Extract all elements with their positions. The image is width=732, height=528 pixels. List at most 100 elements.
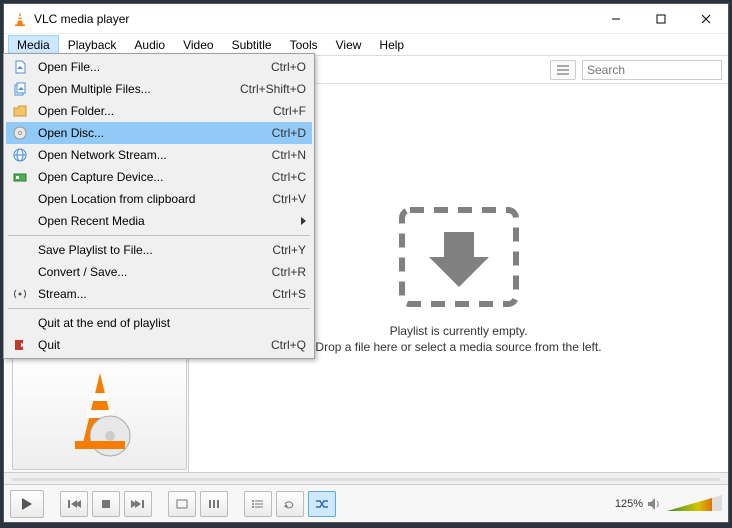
menu-item[interactable]: Open Network Stream...Ctrl+N: [6, 144, 312, 166]
menu-item[interactable]: Open File...Ctrl+O: [6, 56, 312, 78]
shuffle-icon: [315, 499, 329, 509]
volume-slider[interactable]: [667, 495, 722, 513]
menu-item-shortcut: Ctrl+F: [273, 104, 306, 118]
menu-item-shortcut: Ctrl+D: [272, 126, 306, 140]
menu-item-label: Save Playlist to File...: [38, 243, 272, 257]
shuffle-button[interactable]: [308, 491, 336, 517]
blank-icon: [10, 264, 30, 280]
window-title: VLC media player: [34, 12, 593, 26]
list-view-icon: [556, 64, 570, 76]
menu-audio[interactable]: Audio: [125, 35, 174, 55]
menu-item[interactable]: Stream...Ctrl+S: [6, 283, 312, 305]
menu-item-label: Open File...: [38, 60, 271, 74]
titlebar: VLC media player: [4, 4, 728, 34]
menu-item[interactable]: Open Folder...Ctrl+F: [6, 100, 312, 122]
menu-item-label: Open Folder...: [38, 104, 273, 118]
menu-item[interactable]: Open Capture Device...Ctrl+C: [6, 166, 312, 188]
folder-icon: [10, 103, 30, 119]
loop-icon: [283, 499, 297, 509]
next-icon: [131, 499, 145, 509]
minimize-button[interactable]: [593, 4, 638, 33]
blank-icon: [10, 315, 30, 331]
search-input[interactable]: [582, 60, 722, 80]
menu-item[interactable]: Save Playlist to File...Ctrl+Y: [6, 239, 312, 261]
menu-video[interactable]: Video: [174, 35, 222, 55]
menu-subtitle[interactable]: Subtitle: [223, 35, 281, 55]
volume-label: 125%: [615, 498, 643, 510]
disc-icon: [10, 125, 30, 141]
next-button[interactable]: [124, 491, 152, 517]
blank-icon: [10, 242, 30, 258]
menu-item[interactable]: Open Multiple Files...Ctrl+Shift+O: [6, 78, 312, 100]
network-icon: [10, 147, 30, 163]
seek-bar[interactable]: [4, 472, 728, 484]
file-icon: [10, 59, 30, 75]
app-cone-icon: [12, 11, 28, 27]
loop-button[interactable]: [276, 491, 304, 517]
menu-item-label: Open Disc...: [38, 126, 272, 140]
fullscreen-icon: [176, 499, 188, 509]
menu-item-label: Quit: [38, 338, 271, 352]
playback-controls: 125%: [4, 484, 728, 522]
maximize-button[interactable]: [638, 4, 683, 33]
menu-item-shortcut: Ctrl+R: [272, 265, 306, 279]
files-icon: [10, 81, 30, 97]
menu-item-shortcut: Ctrl+Shift+O: [240, 82, 306, 96]
menu-separator: [8, 235, 310, 236]
capture-icon: [10, 169, 30, 185]
album-art-placeholder: [12, 355, 187, 470]
menu-item-label: Open Capture Device...: [38, 170, 272, 184]
menu-media[interactable]: Media: [8, 35, 59, 55]
fullscreen-button[interactable]: [168, 491, 196, 517]
window-buttons: [593, 4, 728, 33]
play-button[interactable]: [10, 490, 44, 518]
menu-item-label: Open Network Stream...: [38, 148, 272, 162]
equalizer-icon: [208, 498, 220, 510]
menu-item-label: Open Recent Media: [38, 214, 297, 228]
play-icon: [21, 497, 33, 511]
volume-area: 125%: [615, 495, 722, 513]
menu-item-shortcut: Ctrl+O: [271, 60, 306, 74]
playlist-icon: [252, 499, 264, 509]
speaker-icon[interactable]: [647, 497, 663, 511]
media-menu-dropdown: Open File...Ctrl+OOpen Multiple Files...…: [3, 53, 315, 359]
empty-playlist-title: Playlist is currently empty.: [390, 324, 528, 338]
menu-item-label: Convert / Save...: [38, 265, 272, 279]
menu-item-label: Stream...: [38, 287, 272, 301]
empty-playlist-hint: Drop a file here or select a media sourc…: [315, 340, 601, 354]
previous-button[interactable]: [60, 491, 88, 517]
previous-icon: [67, 499, 81, 509]
stop-button[interactable]: [92, 491, 120, 517]
view-mode-button[interactable]: [550, 60, 576, 80]
blank-icon: [10, 213, 30, 229]
menu-item-shortcut: Ctrl+Y: [272, 243, 306, 257]
menu-separator: [8, 308, 310, 309]
menu-item[interactable]: Quit at the end of playlist: [6, 312, 312, 334]
menu-item-label: Open Multiple Files...: [38, 82, 240, 96]
stop-icon: [101, 499, 111, 509]
seek-track: [12, 478, 720, 481]
drop-target-icon: [394, 202, 524, 312]
menu-item-shortcut: Ctrl+Q: [271, 338, 306, 352]
menu-item-label: Open Location from clipboard: [38, 192, 272, 206]
menu-item[interactable]: Open Disc...Ctrl+D: [6, 122, 312, 144]
menu-item-label: Quit at the end of playlist: [38, 316, 306, 330]
quit-icon: [10, 337, 30, 353]
menu-tools[interactable]: Tools: [281, 35, 327, 55]
menu-playback[interactable]: Playback: [59, 35, 126, 55]
extended-settings-button[interactable]: [200, 491, 228, 517]
menu-help[interactable]: Help: [370, 35, 413, 55]
menu-item[interactable]: QuitCtrl+Q: [6, 334, 312, 356]
stream-icon: [10, 286, 30, 302]
menu-item[interactable]: Open Location from clipboardCtrl+V: [6, 188, 312, 210]
menu-view[interactable]: View: [327, 35, 371, 55]
menu-item-shortcut: Ctrl+V: [272, 192, 306, 206]
menu-item[interactable]: Open Recent Media: [6, 210, 312, 232]
playlist-button[interactable]: [244, 491, 272, 517]
close-button[interactable]: [683, 4, 728, 33]
menu-item-shortcut: Ctrl+S: [272, 287, 306, 301]
vlc-cone-large-icon: [65, 368, 135, 458]
menu-item-shortcut: Ctrl+N: [272, 148, 306, 162]
menu-item[interactable]: Convert / Save...Ctrl+R: [6, 261, 312, 283]
blank-icon: [10, 191, 30, 207]
